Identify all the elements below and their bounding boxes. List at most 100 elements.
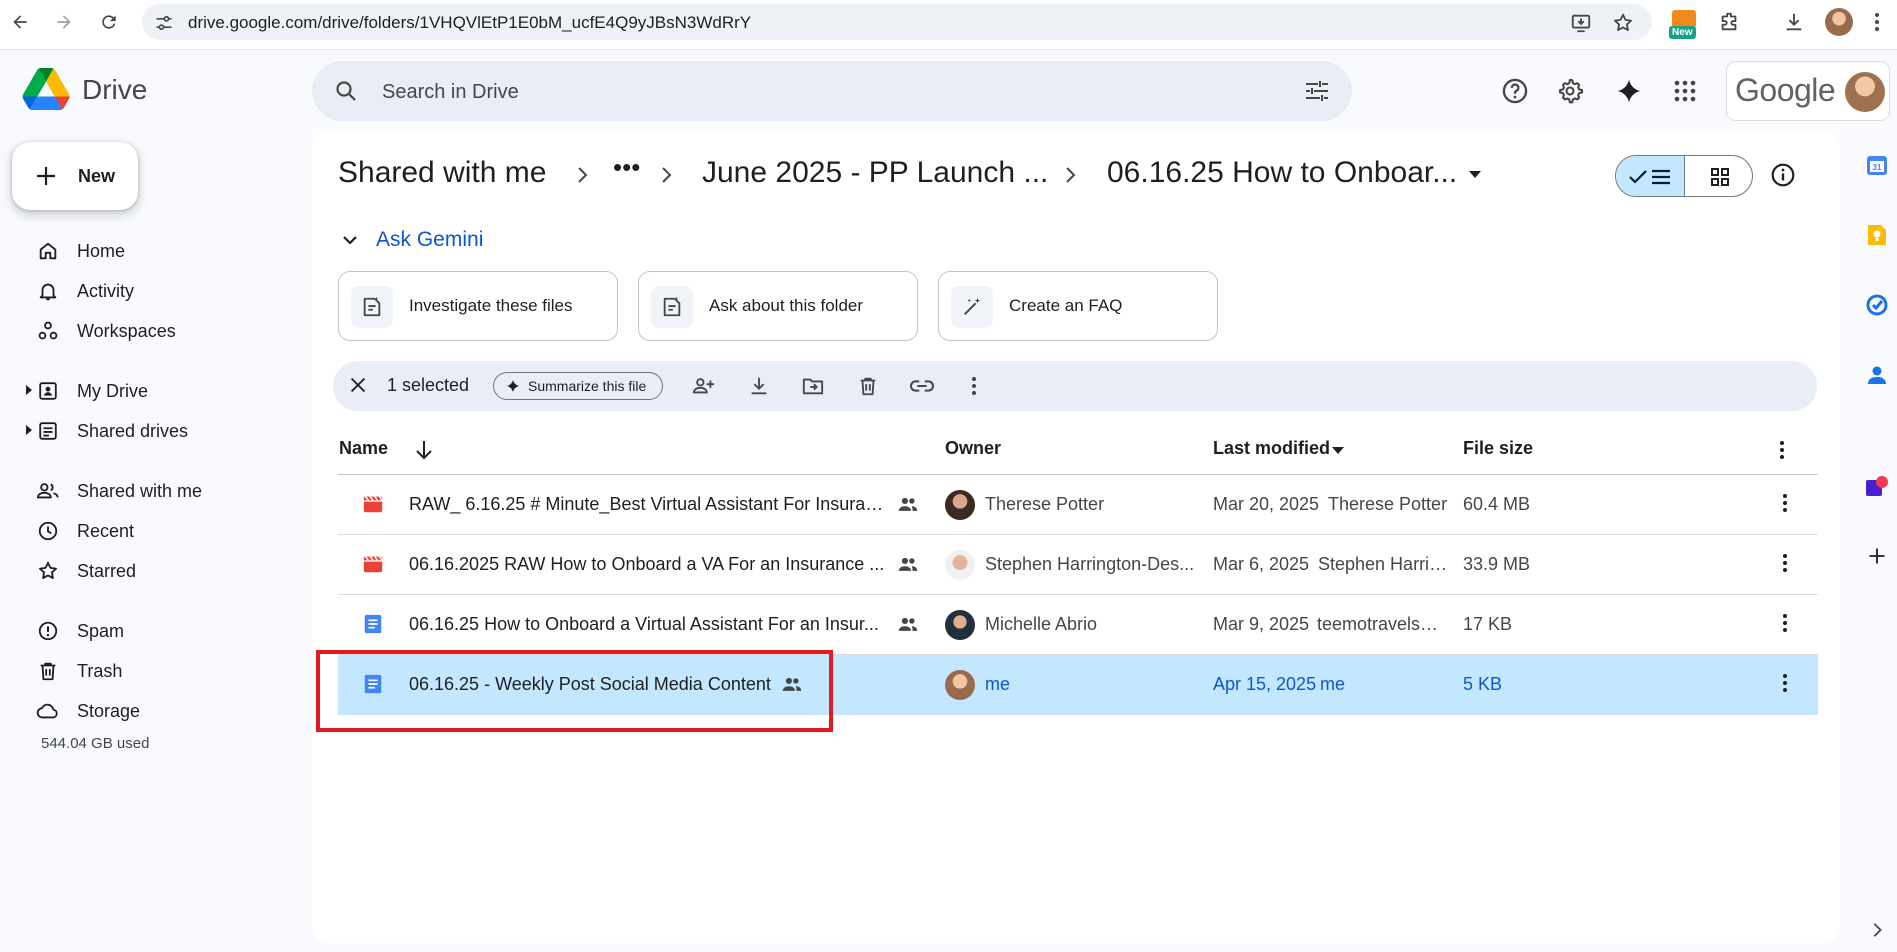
sidebar-item-spam[interactable]: Spam (26, 615, 296, 647)
row-more-actions-icon[interactable] (1782, 553, 1788, 573)
people-icon (36, 479, 60, 503)
google-doc-icon (364, 614, 382, 634)
investigate-files-chip[interactable]: Investigate these files (338, 271, 618, 341)
share-add-person-icon[interactable] (691, 373, 717, 399)
column-options-more-icon[interactable] (1779, 440, 1785, 460)
back-icon[interactable] (8, 10, 32, 34)
bookmark-star-icon[interactable] (1612, 12, 1634, 34)
browser-menu-icon[interactable] (1864, 9, 1890, 35)
table-row[interactable]: RAW_ 6.16.25 # Minute_Best Virtual Assis… (338, 475, 1818, 535)
grid-icon (1710, 168, 1729, 186)
star-icon (36, 559, 60, 583)
sidebar-item-home[interactable]: Home (26, 235, 296, 267)
caret-down-icon[interactable] (1468, 170, 1482, 180)
url-text[interactable]: drive.google.com/drive/folders/1VHQVlEtP… (188, 13, 751, 33)
breadcrumb-shared-with-me[interactable]: Shared with me (338, 156, 546, 190)
chip-label: Investigate these files (409, 296, 573, 315)
delete-trash-icon[interactable] (855, 373, 881, 399)
sidebar-item-recent[interactable]: Recent (26, 515, 296, 547)
search-options-icon[interactable] (1304, 79, 1330, 103)
download-icon[interactable] (746, 373, 772, 399)
breadcrumb-more[interactable]: ••• (613, 152, 640, 183)
account-avatar[interactable] (1845, 72, 1885, 112)
get-addons-plus-icon[interactable] (1862, 541, 1892, 571)
summarize-file-button[interactable]: Summarize this file (493, 372, 664, 400)
browser-profile-avatar[interactable] (1825, 8, 1853, 36)
addon-app-icon[interactable] (1862, 472, 1892, 502)
column-header-owner[interactable]: Owner (945, 438, 1001, 459)
sidebar-item-label: Home (77, 241, 126, 261)
create-faq-chip[interactable]: Create an FAQ (938, 271, 1218, 341)
more-actions-icon[interactable] (961, 373, 987, 399)
file-name[interactable]: 06.16.2025 RAW How to Onboard a VA For a… (409, 554, 884, 575)
file-name[interactable]: 06.16.25 How to Onboard a Virtual Assist… (409, 614, 879, 635)
sidebar-item-shared-with-me[interactable]: Shared with me (26, 475, 296, 507)
grid-view-button[interactable] (1685, 156, 1752, 196)
downloads-icon[interactable] (1781, 9, 1807, 35)
my-drive-icon (36, 379, 60, 403)
table-row[interactable]: 06.16.25 How to Onboard a Virtual Assist… (338, 595, 1818, 655)
clear-selection-close-icon[interactable] (347, 374, 369, 396)
gemini-sparkle-icon[interactable] (1614, 76, 1644, 106)
ask-about-folder-chip[interactable]: Ask about this folder (638, 271, 918, 341)
google-account-button[interactable]: Google (1726, 61, 1890, 121)
address-bar[interactable]: drive.google.com/drive/folders/1VHQVlEtP… (142, 4, 1652, 40)
sidebar-item-label: Activity (77, 281, 135, 301)
magic-wand-icon (951, 286, 993, 328)
site-info-icon[interactable] (154, 13, 174, 33)
sidebar-item-activity[interactable]: Activity (26, 275, 296, 307)
sidebar-item-label: Recent (77, 521, 135, 541)
calendar-icon[interactable]: 31 (1862, 150, 1892, 180)
new-button[interactable]: New (12, 142, 138, 210)
extensions-puzzle-icon[interactable] (1716, 9, 1742, 35)
sort-direction-arrow-icon[interactable] (415, 440, 433, 460)
forward-icon[interactable] (52, 10, 76, 34)
search-input[interactable]: Search in Drive (382, 81, 519, 104)
row-more-actions-icon[interactable] (1782, 613, 1788, 633)
expand-caret-icon[interactable] (26, 425, 32, 435)
sidebar-item-trash[interactable]: Trash (26, 655, 296, 687)
drive-logo-icon[interactable] (22, 68, 70, 110)
svg-text:31: 31 (1873, 163, 1882, 172)
search-icon[interactable] (334, 79, 358, 103)
help-icon[interactable] (1500, 76, 1530, 106)
file-name[interactable]: RAW_ 6.16.25 # Minute_Best Virtual Assis… (409, 494, 887, 515)
chevron-right-icon (1064, 166, 1076, 184)
reload-icon[interactable] (97, 10, 121, 34)
sidebar-item-shared-drives[interactable]: Shared drives (26, 415, 296, 447)
table-row[interactable]: 06.16.2025 RAW How to Onboard a VA For a… (338, 535, 1818, 595)
view-toggle (1615, 155, 1753, 197)
app-name[interactable]: Drive (82, 74, 147, 106)
expand-caret-icon[interactable] (26, 385, 32, 395)
collapse-side-panel-chevron-icon[interactable] (1862, 915, 1892, 945)
ask-gemini-label: Ask Gemini (376, 228, 484, 251)
install-app-icon[interactable] (1570, 12, 1592, 34)
chevron-right-icon (660, 166, 672, 184)
breadcrumb-parent-folder[interactable]: June 2025 - PP Launch ... (702, 156, 1048, 190)
tasks-icon[interactable] (1862, 290, 1892, 320)
sidebar-item-workspaces[interactable]: Workspaces (26, 315, 296, 347)
sidebar-item-my-drive[interactable]: My Drive (26, 375, 296, 407)
selection-toolbar: 1 selected Summarize this file (333, 361, 1817, 411)
contacts-icon[interactable] (1862, 360, 1892, 390)
row-more-actions-icon[interactable] (1782, 673, 1788, 693)
column-header-file-size[interactable]: File size (1463, 438, 1533, 459)
keep-notes-icon[interactable] (1862, 220, 1892, 250)
settings-gear-icon[interactable] (1555, 76, 1585, 106)
search-bar[interactable]: Search in Drive (312, 61, 1352, 121)
sort-caret-down-icon[interactable] (1331, 446, 1345, 456)
copy-link-icon[interactable] (909, 373, 935, 399)
list-icon (1652, 169, 1670, 185)
move-to-folder-icon[interactable] (800, 373, 826, 399)
row-more-actions-icon[interactable] (1782, 493, 1788, 513)
list-view-button[interactable] (1616, 156, 1685, 196)
column-header-name[interactable]: Name (339, 438, 388, 459)
sidebar-item-storage[interactable]: Storage (26, 695, 296, 727)
bell-icon (36, 279, 60, 303)
extension-new-icon[interactable]: New (1668, 8, 1700, 40)
sidebar-item-starred[interactable]: Starred (26, 555, 296, 587)
column-header-last-modified[interactable]: Last modified (1213, 438, 1330, 459)
apps-grid-icon[interactable] (1670, 76, 1700, 106)
details-info-icon[interactable] (1770, 162, 1796, 188)
breadcrumb-current-folder[interactable]: 06.16.25 How to Onboar... (1107, 156, 1457, 190)
